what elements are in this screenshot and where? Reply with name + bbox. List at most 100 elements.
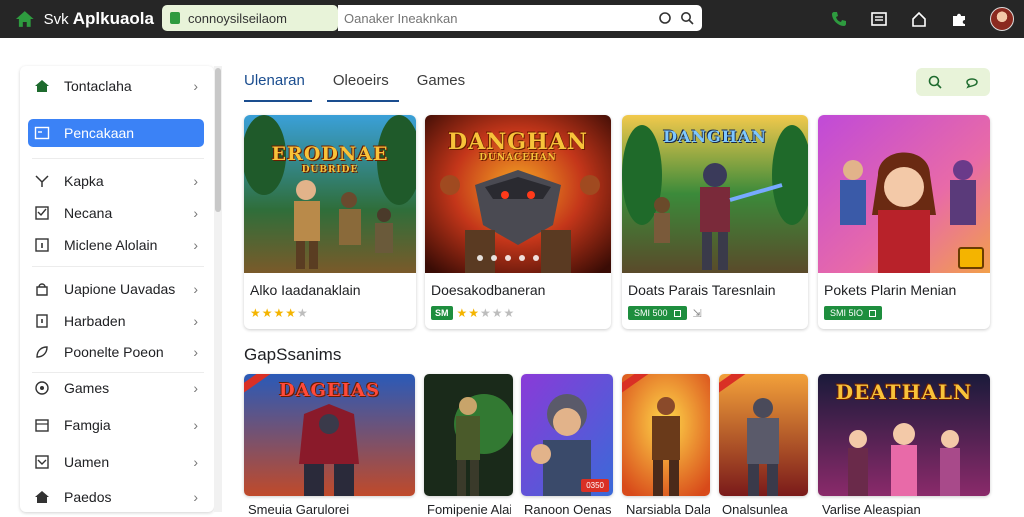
- cover-subtitle: DUNACEHAN: [479, 153, 557, 163]
- rating: SM ★★★★★: [431, 306, 515, 320]
- sidebar-item-label: Uapione Uavadas: [64, 281, 176, 297]
- search-icon[interactable]: [927, 74, 943, 90]
- expand-icon: ⇲: [692, 307, 702, 320]
- home-icon: [35, 491, 49, 503]
- section-title: GapSsanims: [244, 345, 342, 364]
- tab-2[interactable]: Games: [417, 66, 465, 102]
- game-tile[interactable]: [622, 374, 710, 496]
- tools-icon: [35, 175, 49, 187]
- sidebar-item-10[interactable]: Uamen ›: [28, 448, 204, 476]
- brand-text-group: Svk Aplkuaola: [36, 9, 154, 29]
- tile-title: Narsiabla Dalaneia: [626, 502, 710, 517]
- news-icon[interactable]: [870, 10, 888, 28]
- home-icon: [35, 80, 49, 92]
- home-icon: [15, 11, 34, 27]
- chevron-right-icon: ›: [193, 454, 198, 470]
- chevron-right-icon: ›: [193, 173, 198, 189]
- tab-1[interactable]: Oleoeirs: [333, 66, 389, 102]
- avatar[interactable]: [990, 7, 1014, 31]
- game-cover-image: [622, 374, 710, 496]
- sidebar-item-8[interactable]: Games ›: [28, 374, 204, 402]
- search-field[interactable]: [338, 5, 702, 31]
- sidebar-item-7[interactable]: Poonelte Poeon ›: [28, 338, 204, 366]
- divider: [32, 158, 204, 159]
- price-info: SMI 500 ⇲: [628, 306, 702, 320]
- sidebar-item-9[interactable]: Famgia ›: [28, 411, 204, 439]
- sidebar: Tontaclaha › Pencakaan Kapka › Necana › …: [20, 66, 214, 512]
- tablet-icon: [36, 314, 48, 328]
- tab-0[interactable]: Ulenaran: [244, 66, 305, 102]
- chevron-right-icon: ›: [193, 78, 198, 94]
- sidebar-item-label: Pencakaan: [64, 125, 135, 141]
- info-icon: [35, 238, 49, 252]
- active-tab-indicator: [244, 100, 312, 102]
- game-tile[interactable]: DAGEIAS: [244, 374, 415, 496]
- sidebar-item-11[interactable]: Paedos ›: [28, 483, 204, 511]
- game-card[interactable]: ERODNAE DUBRIDE Alko Iaadanaklain ★★★★★: [244, 115, 416, 329]
- game-title: Pokets Plarin Menian: [824, 282, 957, 298]
- address-text: connoysilseilaom: [188, 10, 287, 26]
- game-card[interactable]: DANGHAN Doats Parais Taresnlain SMI 500 …: [622, 115, 808, 329]
- sidebar-item-1[interactable]: Pencakaan: [28, 119, 204, 147]
- sidebar-item-0[interactable]: Tontaclaha ›: [28, 72, 204, 100]
- sidebar-item-5[interactable]: Uapione Uavadas ›: [28, 275, 204, 303]
- cover-subtitle: DUBRIDE: [301, 165, 359, 175]
- search-input[interactable]: [344, 10, 644, 26]
- game-tile[interactable]: 0350: [521, 374, 613, 496]
- tile-title: Varlise Aleaspian: [822, 502, 921, 517]
- checkbox-icon: [35, 455, 49, 469]
- sidebar-item-6[interactable]: Harbaden ›: [28, 307, 204, 335]
- carousel-dots[interactable]: [477, 255, 547, 261]
- search-icon[interactable]: [680, 11, 694, 25]
- home-outline-icon[interactable]: [910, 10, 928, 28]
- sidebar-item-3[interactable]: Necana ›: [28, 199, 204, 227]
- divider: [32, 266, 204, 267]
- globe-icon: [35, 381, 49, 395]
- cover-title: DAGEIAS: [278, 380, 381, 401]
- game-tile[interactable]: DEATHALN: [818, 374, 990, 496]
- chevron-right-icon: ›: [193, 313, 198, 329]
- game-card[interactable]: DANGHAN DUNACEHAN Doesakodbaneran SM ★★★…: [425, 115, 611, 329]
- sidebar-item-label: Tontaclaha: [64, 78, 132, 94]
- game-tile[interactable]: [719, 374, 808, 496]
- chevron-right-icon: ›: [193, 489, 198, 505]
- top-bar: Svk Aplkuaola connoysilseilaom: [0, 0, 1024, 38]
- game-logo-badge: [958, 247, 984, 269]
- game-title: Alko Iaadanaklain: [250, 282, 361, 298]
- sidebar-item-4[interactable]: Miclene Alolain ›: [28, 231, 204, 259]
- sidebar-item-2[interactable]: Kapka ›: [28, 167, 204, 195]
- leaf-icon: [36, 346, 48, 358]
- tile-title: Smeuia Garulorei: [248, 502, 350, 517]
- bag-icon: [36, 283, 48, 296]
- sidebar-item-label: Famgia: [64, 417, 111, 433]
- game-cover-image: [424, 374, 513, 496]
- puzzle-icon[interactable]: [950, 10, 968, 28]
- cover-title: ERODNAE: [271, 143, 389, 165]
- brand[interactable]: Svk Aplkuaola: [14, 8, 154, 30]
- star-rating: ★★★★★: [456, 306, 516, 320]
- game-cover-image: [521, 374, 613, 496]
- address-bar[interactable]: connoysilseilaom: [162, 5, 338, 31]
- sidebar-item-label: Uamen: [64, 454, 110, 470]
- tile-title: Fomipenie Alain: [427, 502, 511, 517]
- game-title: Doats Parais Taresnlain: [628, 282, 776, 298]
- divider: [32, 372, 204, 373]
- sidebar-scroll-thumb[interactable]: [215, 68, 221, 212]
- circle-icon[interactable]: [658, 11, 672, 25]
- game-cover-image: [244, 115, 416, 273]
- chevron-right-icon: ›: [193, 417, 198, 433]
- price-pill: SMI 5IO: [824, 306, 883, 320]
- game-title: Doesakodbaneran: [431, 282, 546, 298]
- rating: ★★★★★: [250, 306, 309, 320]
- phone-icon[interactable]: [830, 10, 848, 28]
- sidebar-item-label: Miclene Alolain: [64, 237, 158, 253]
- chevron-right-icon: ›: [193, 237, 198, 253]
- game-tile[interactable]: [424, 374, 513, 496]
- chat-icon[interactable]: [964, 74, 980, 90]
- game-card[interactable]: Pokets Plarin Menian SMI 5IO: [818, 115, 990, 329]
- price-info: SMI 5IO: [824, 306, 883, 320]
- sidebar-item-label: Games: [64, 380, 110, 396]
- chevron-right-icon: ›: [193, 205, 198, 221]
- lock-icon: [170, 12, 180, 24]
- sidebar-item-label: Necana: [64, 205, 113, 221]
